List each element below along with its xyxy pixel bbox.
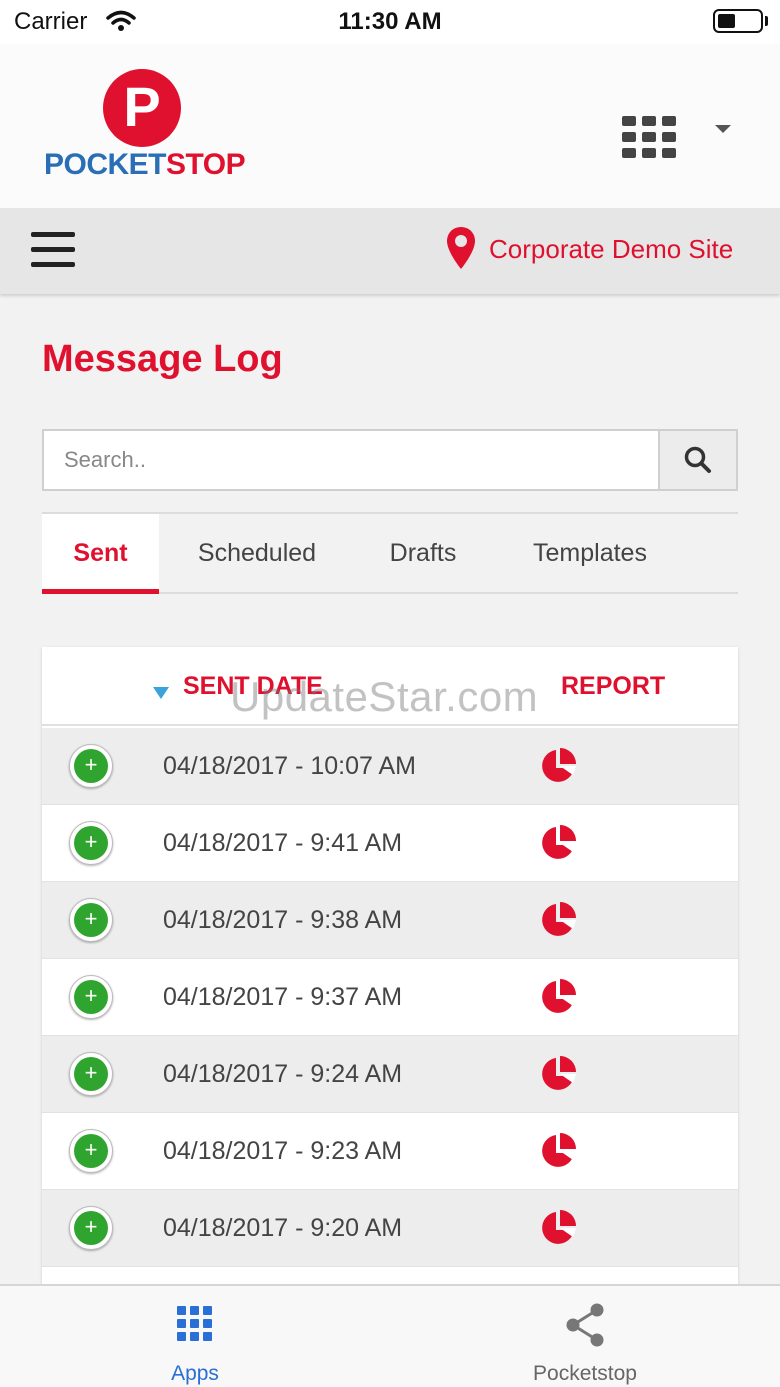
row-sent-date: 04/18/2017 - 9:41 AM: [163, 829, 403, 857]
wifi-icon: [106, 10, 136, 31]
battery-tip: [765, 16, 768, 26]
table-row: +04/18/2017 - 9:23 AM: [42, 1113, 738, 1190]
table-row: +04/18/2017 - 9:41 AM: [42, 805, 738, 882]
table-row: +04/18/2017 - 9:38 AM: [42, 882, 738, 959]
pie-chart-icon[interactable]: [539, 1054, 579, 1094]
logo-stop: STOP: [166, 148, 246, 181]
row-sent-date: 04/18/2017 - 9:24 AM: [163, 1060, 403, 1088]
pie-chart-icon[interactable]: [539, 1208, 579, 1248]
apps-grid-icon[interactable]: [622, 116, 676, 158]
message-tabs: Sent Scheduled Drafts Templates: [42, 512, 738, 594]
table-row: +04/18/2017 - 9:37 AM: [42, 959, 738, 1036]
tab-templates[interactable]: Templates: [510, 514, 670, 594]
search-icon: [684, 446, 711, 473]
column-header-report: REPORT: [561, 672, 666, 700]
expand-row-button[interactable]: +: [69, 1129, 113, 1173]
chevron-down-icon[interactable]: [715, 125, 731, 133]
logo-wordmark: POCKETSTOP: [44, 148, 246, 182]
plus-icon: +: [74, 1134, 108, 1168]
bottom-tab-pocketstop-label: Pocketstop: [533, 1362, 637, 1385]
carrier-label: Carrier: [14, 8, 88, 35]
plus-icon: +: [74, 980, 108, 1014]
app-header: P POCKETSTOP: [0, 44, 780, 208]
tab-scheduled[interactable]: Scheduled: [174, 514, 340, 594]
table-row: +04/18/2017 - 10:07 AM: [42, 728, 738, 805]
row-sent-date: 04/18/2017 - 9:23 AM: [163, 1137, 403, 1165]
sort-desc-icon[interactable]: [153, 687, 169, 699]
message-table: SENT DATE REPORT UpdateStar.com +04/18/2…: [42, 647, 738, 1287]
share-icon: [566, 1303, 604, 1347]
logo-letter: P: [123, 75, 161, 138]
row-sent-date: 04/18/2017 - 9:38 AM: [163, 906, 403, 934]
bottom-tab-bar: Apps Pocketstop: [0, 1284, 780, 1387]
row-sent-date: 04/18/2017 - 9:37 AM: [163, 983, 403, 1011]
tab-sent[interactable]: Sent: [42, 514, 159, 594]
expand-row-button[interactable]: +: [69, 1052, 113, 1096]
row-sent-date: 04/18/2017 - 10:07 AM: [163, 752, 416, 780]
expand-row-button[interactable]: +: [69, 975, 113, 1019]
logo-pocket: POCKET: [44, 148, 167, 181]
location-pin-icon: [447, 227, 475, 269]
plus-icon: +: [74, 749, 108, 783]
search-button[interactable]: [658, 429, 738, 491]
pie-chart-icon[interactable]: [539, 1131, 579, 1171]
plus-icon: +: [74, 826, 108, 860]
pie-chart-icon[interactable]: [539, 746, 579, 786]
page-title: Message Log: [42, 338, 283, 380]
table-row: +04/18/2017 - 9:20 AM: [42, 1190, 738, 1267]
bottom-tab-apps-label: Apps: [171, 1362, 219, 1385]
column-header-sent-date[interactable]: SENT DATE: [183, 672, 323, 701]
nav-bar: Corporate Demo Site: [0, 208, 780, 294]
plus-icon: +: [74, 903, 108, 937]
expand-row-button[interactable]: +: [69, 821, 113, 865]
logo-mark[interactable]: P: [103, 69, 181, 147]
pie-chart-icon[interactable]: [539, 823, 579, 863]
apps-grid-icon: [177, 1306, 212, 1341]
plus-icon: +: [74, 1057, 108, 1091]
pie-chart-icon[interactable]: [539, 977, 579, 1017]
row-sent-date: 04/18/2017 - 9:20 AM: [163, 1214, 403, 1242]
bottom-tab-pocketstop[interactable]: Pocketstop: [510, 1302, 660, 1386]
site-selector[interactable]: Corporate Demo Site: [489, 234, 733, 265]
bottom-tab-apps[interactable]: Apps: [145, 1306, 245, 1386]
pie-chart-icon[interactable]: [539, 900, 579, 940]
tab-drafts[interactable]: Drafts: [370, 514, 476, 594]
hamburger-menu-icon[interactable]: [31, 230, 75, 270]
table-row: +04/18/2017 - 9:24 AM: [42, 1036, 738, 1113]
search-input[interactable]: [42, 429, 659, 491]
expand-row-button[interactable]: +: [69, 744, 113, 788]
table-header: SENT DATE REPORT UpdateStar.com: [42, 647, 738, 726]
status-bar: Carrier 11:30 AM: [0, 0, 780, 44]
expand-row-button[interactable]: +: [69, 1206, 113, 1250]
battery-icon: [713, 9, 763, 33]
plus-icon: +: [74, 1211, 108, 1245]
expand-row-button[interactable]: +: [69, 898, 113, 942]
